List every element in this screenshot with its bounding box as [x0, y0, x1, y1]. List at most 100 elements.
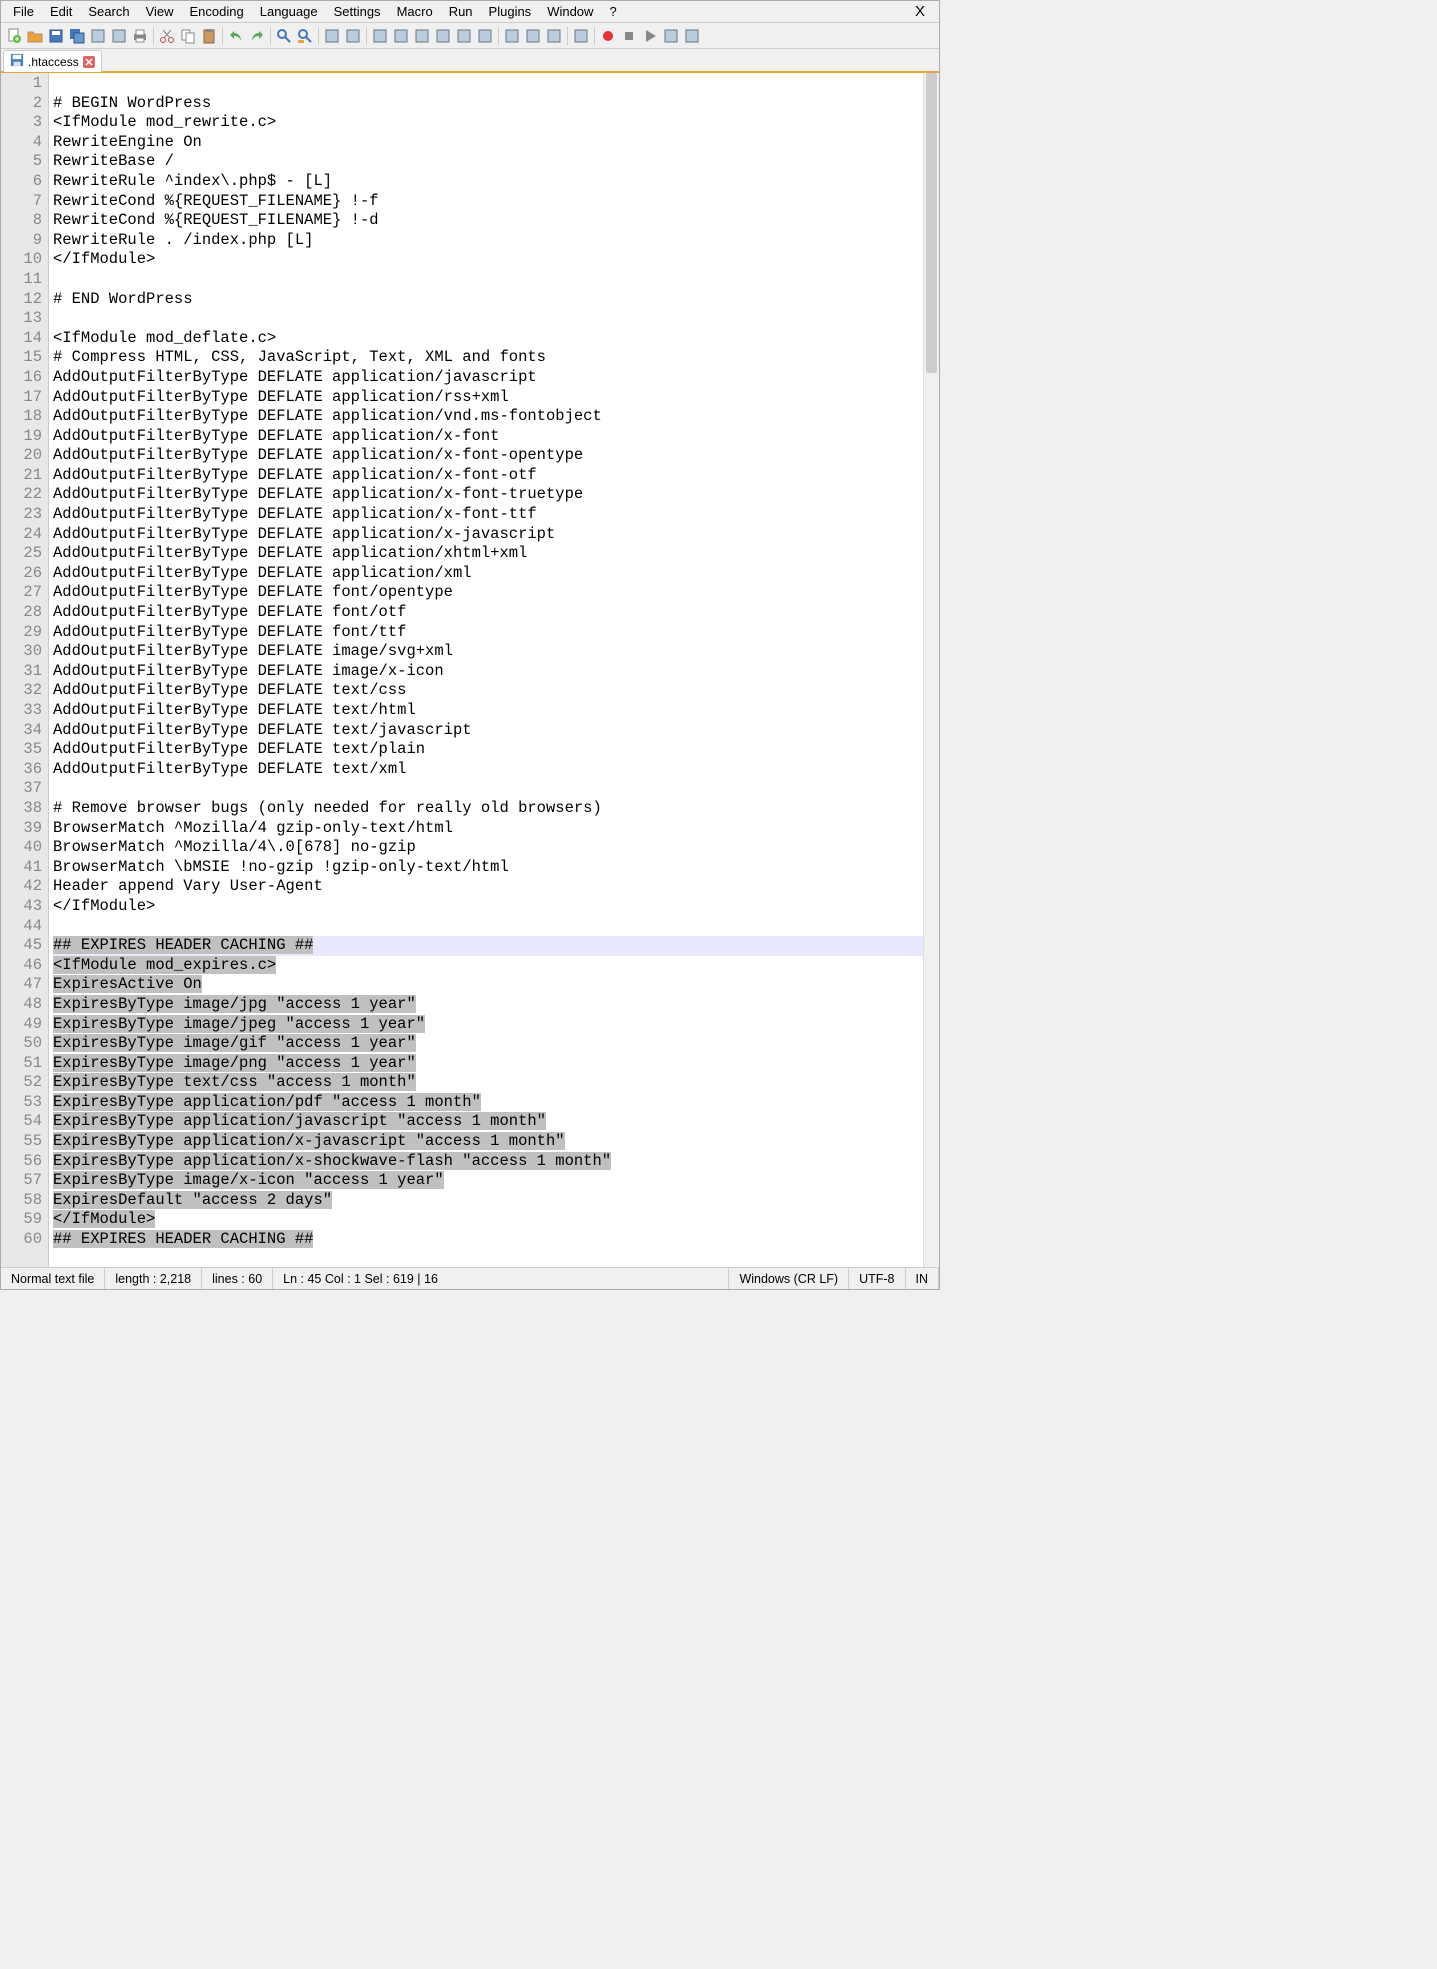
find-icon[interactable] — [274, 26, 294, 46]
code-line[interactable] — [53, 74, 923, 94]
scrollbar-thumb[interactable] — [926, 73, 937, 373]
file-tab[interactable]: .htaccess — [3, 50, 102, 72]
code-line[interactable]: <IfModule mod_deflate.c> — [53, 329, 923, 349]
outdent-icon[interactable] — [475, 26, 495, 46]
menu-search[interactable]: Search — [80, 2, 137, 21]
code-line[interactable]: <IfModule mod_expires.c> — [53, 956, 923, 976]
paste-icon[interactable] — [199, 26, 219, 46]
code-line[interactable]: AddOutputFilterByType DEFLATE applicatio… — [53, 368, 923, 388]
open-file-icon[interactable] — [25, 26, 45, 46]
code-line[interactable]: ExpiresByType image/jpeg "access 1 year" — [53, 1015, 923, 1035]
replace-icon[interactable] — [295, 26, 315, 46]
code-line[interactable]: ExpiresByType image/jpg "access 1 year" — [53, 995, 923, 1015]
menu-run[interactable]: Run — [441, 2, 481, 21]
menu-edit[interactable]: Edit — [42, 2, 80, 21]
menu-plugins[interactable]: Plugins — [481, 2, 540, 21]
code-line[interactable] — [53, 270, 923, 290]
function-list-icon[interactable] — [544, 26, 564, 46]
save-macro-icon[interactable] — [682, 26, 702, 46]
code-line[interactable]: BrowserMatch ^Mozilla/4 gzip-only-text/h… — [53, 819, 923, 839]
code-line[interactable]: ExpiresByType image/x-icon "access 1 yea… — [53, 1171, 923, 1191]
code-line[interactable] — [53, 779, 923, 799]
code-line[interactable]: ExpiresByType application/pdf "access 1 … — [53, 1093, 923, 1113]
code-line[interactable]: RewriteCond %{REQUEST_FILENAME} !-f — [53, 192, 923, 212]
code-content[interactable]: # BEGIN WordPress<IfModule mod_rewrite.c… — [49, 73, 923, 1267]
status-encoding[interactable]: UTF-8 — [849, 1268, 905, 1289]
code-line[interactable]: ExpiresByType image/gif "access 1 year" — [53, 1034, 923, 1054]
code-line[interactable]: AddOutputFilterByType DEFLATE text/javas… — [53, 721, 923, 741]
menu-file[interactable]: File — [5, 2, 42, 21]
code-line[interactable]: AddOutputFilterByType DEFLATE applicatio… — [53, 466, 923, 486]
menu-macro[interactable]: Macro — [389, 2, 441, 21]
status-insert[interactable]: IN — [906, 1268, 940, 1289]
code-line[interactable]: AddOutputFilterByType DEFLATE applicatio… — [53, 446, 923, 466]
code-line[interactable]: <IfModule mod_rewrite.c> — [53, 113, 923, 133]
code-line[interactable]: ExpiresByType image/png "access 1 year" — [53, 1054, 923, 1074]
undo-icon[interactable] — [226, 26, 246, 46]
code-line[interactable]: ExpiresByType text/css "access 1 month" — [53, 1073, 923, 1093]
sync-h-icon[interactable] — [391, 26, 411, 46]
code-line[interactable]: AddOutputFilterByType DEFLATE applicatio… — [53, 407, 923, 427]
code-line[interactable]: AddOutputFilterByType DEFLATE image/x-ic… — [53, 662, 923, 682]
cut-icon[interactable] — [157, 26, 177, 46]
code-line[interactable]: # BEGIN WordPress — [53, 94, 923, 114]
tab-close-icon[interactable] — [83, 56, 95, 68]
code-line[interactable]: RewriteRule . /index.php [L] — [53, 231, 923, 251]
monitor-icon[interactable] — [571, 26, 591, 46]
code-line[interactable]: AddOutputFilterByType DEFLATE text/css — [53, 681, 923, 701]
code-line[interactable]: ExpiresDefault "access 2 days" — [53, 1191, 923, 1211]
code-line[interactable]: </IfModule> — [53, 897, 923, 917]
code-line[interactable]: AddOutputFilterByType DEFLATE text/html — [53, 701, 923, 721]
menu-settings[interactable]: Settings — [326, 2, 389, 21]
code-line[interactable]: AddOutputFilterByType DEFLATE font/opent… — [53, 583, 923, 603]
code-line[interactable]: # Compress HTML, CSS, JavaScript, Text, … — [53, 348, 923, 368]
copy-icon[interactable] — [178, 26, 198, 46]
code-line[interactable]: AddOutputFilterByType DEFLATE applicatio… — [53, 564, 923, 584]
code-line[interactable]: AddOutputFilterByType DEFLATE applicatio… — [53, 388, 923, 408]
code-line[interactable]: RewriteRule ^index\.php$ - [L] — [53, 172, 923, 192]
save-all-icon[interactable] — [67, 26, 87, 46]
play-icon[interactable] — [640, 26, 660, 46]
code-line[interactable]: ExpiresActive On — [53, 975, 923, 995]
save-icon[interactable] — [46, 26, 66, 46]
menu-?[interactable]: ? — [601, 2, 624, 21]
code-line[interactable]: ExpiresByType application/x-shockwave-fl… — [53, 1152, 923, 1172]
play-multi-icon[interactable] — [661, 26, 681, 46]
new-file-icon[interactable] — [4, 26, 24, 46]
menu-encoding[interactable]: Encoding — [182, 2, 252, 21]
code-line[interactable]: AddOutputFilterByType DEFLATE text/plain — [53, 740, 923, 760]
stop-icon[interactable] — [619, 26, 639, 46]
wrap-icon[interactable] — [412, 26, 432, 46]
code-line[interactable]: ExpiresByType application/javascript "ac… — [53, 1112, 923, 1132]
close-icon[interactable] — [88, 26, 108, 46]
menu-language[interactable]: Language — [252, 2, 326, 21]
code-line[interactable]: AddOutputFilterByType DEFLATE image/svg+… — [53, 642, 923, 662]
redo-icon[interactable] — [247, 26, 267, 46]
window-close-button[interactable]: X — [905, 1, 935, 22]
folder-icon[interactable] — [502, 26, 522, 46]
code-line[interactable]: AddOutputFilterByType DEFLATE applicatio… — [53, 427, 923, 447]
code-line[interactable] — [53, 917, 923, 937]
code-line[interactable]: </IfModule> — [53, 250, 923, 270]
doc-map-icon[interactable] — [523, 26, 543, 46]
code-line[interactable]: BrowserMatch \bMSIE !no-gzip !gzip-only-… — [53, 858, 923, 878]
editor-area[interactable]: 1234567891011121314151617181920212223242… — [1, 73, 939, 1267]
record-icon[interactable] — [598, 26, 618, 46]
zoom-out-icon[interactable] — [343, 26, 363, 46]
code-line[interactable]: </IfModule> — [53, 1210, 923, 1230]
code-line[interactable]: AddOutputFilterByType DEFLATE font/otf — [53, 603, 923, 623]
code-line[interactable]: ## EXPIRES HEADER CACHING ## — [53, 1230, 923, 1250]
code-line[interactable]: ExpiresByType application/x-javascript "… — [53, 1132, 923, 1152]
menu-view[interactable]: View — [138, 2, 182, 21]
code-line[interactable] — [53, 309, 923, 329]
code-line[interactable]: AddOutputFilterByType DEFLATE applicatio… — [53, 505, 923, 525]
print-icon[interactable] — [130, 26, 150, 46]
code-line[interactable]: AddOutputFilterByType DEFLATE applicatio… — [53, 544, 923, 564]
code-line[interactable]: AddOutputFilterByType DEFLATE applicatio… — [53, 485, 923, 505]
code-line[interactable]: # END WordPress — [53, 290, 923, 310]
zoom-in-icon[interactable] — [322, 26, 342, 46]
code-line[interactable]: ## EXPIRES HEADER CACHING ## — [53, 936, 923, 956]
code-line[interactable]: AddOutputFilterByType DEFLATE text/xml — [53, 760, 923, 780]
vertical-scrollbar[interactable] — [923, 73, 939, 1267]
close-all-icon[interactable] — [109, 26, 129, 46]
